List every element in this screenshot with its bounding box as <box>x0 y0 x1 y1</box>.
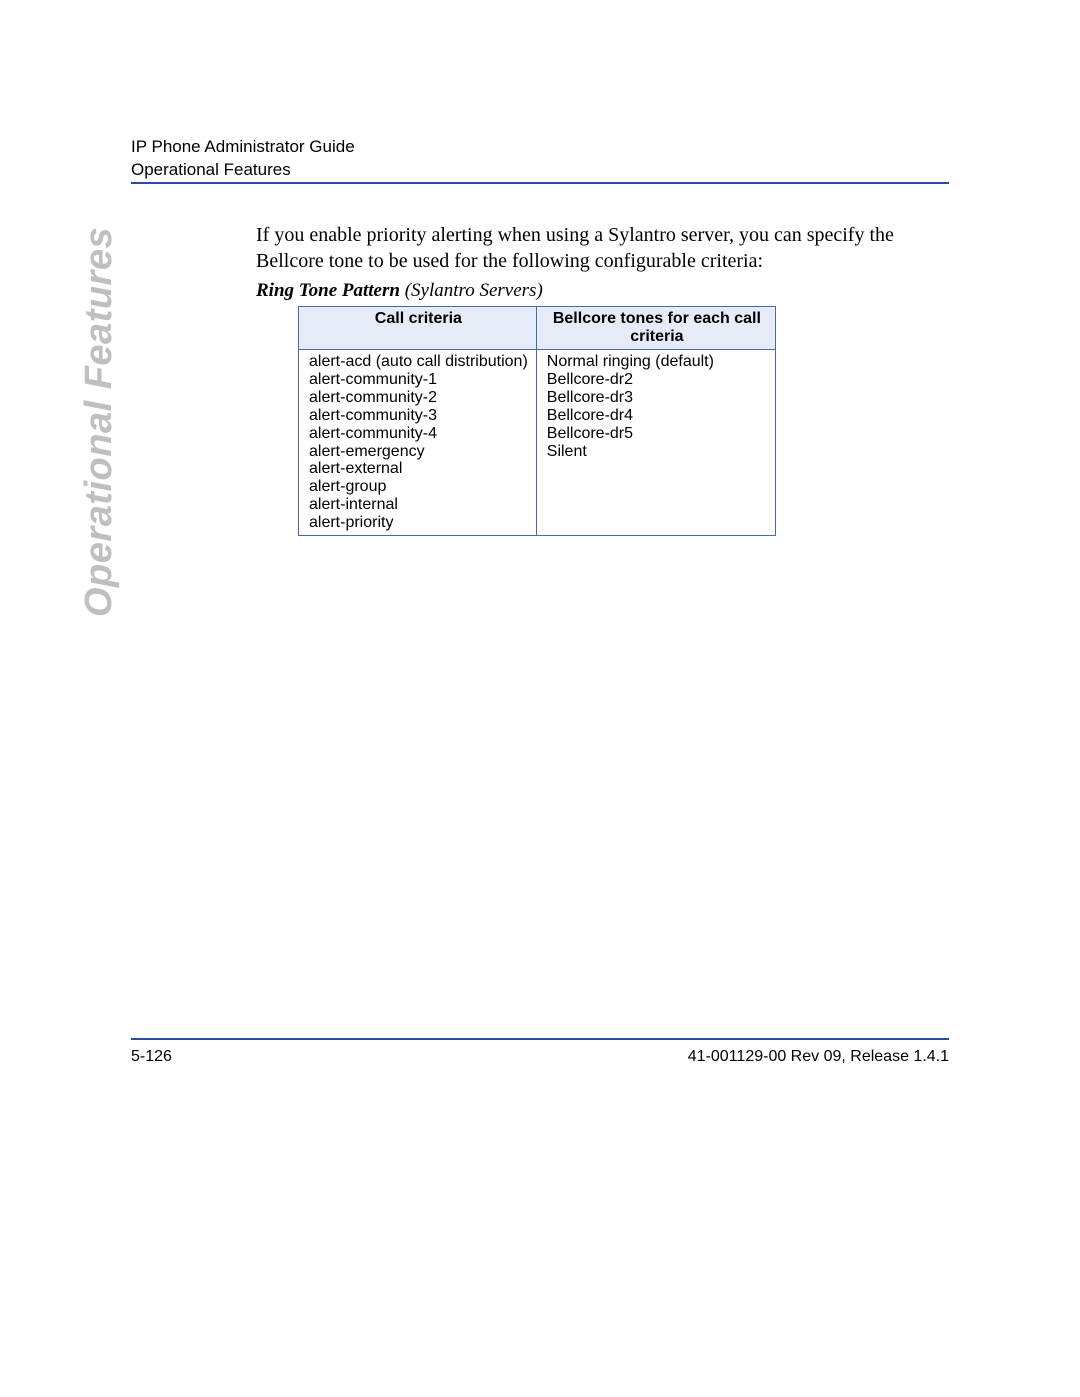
ring-tone-table: Call criteria Bellcore tones for each ca… <box>298 306 776 536</box>
table-header-1: Call criteria <box>299 307 537 350</box>
criteria-item: alert-external <box>309 460 528 478</box>
subheading-italic: (Sylantro Servers) <box>400 280 543 301</box>
tone-item: Bellcore-dr4 <box>547 407 767 425</box>
footer-rule <box>131 1038 949 1040</box>
criteria-item: alert-priority <box>309 514 528 532</box>
cell-bellcore-tones: Normal ringing (default) Bellcore-dr2 Be… <box>536 350 775 536</box>
tone-item: Bellcore-dr2 <box>547 371 767 389</box>
criteria-item: alert-community-1 <box>309 371 528 389</box>
header-line-1: IP Phone Administrator Guide <box>131 136 949 159</box>
tone-item: Bellcore-dr5 <box>547 425 767 443</box>
subheading-bold: Ring Tone Pattern <box>256 280 400 301</box>
criteria-item: alert-group <box>309 478 528 496</box>
table-header-row: Call criteria Bellcore tones for each ca… <box>299 307 776 350</box>
page-footer: 5-126 41-001129-00 Rev 09, Release 1.4.1 <box>131 1048 949 1066</box>
table-header-2: Bellcore tones for each call criteria <box>536 307 775 350</box>
criteria-item: alert-community-2 <box>309 389 528 407</box>
body-paragraph: If you enable priority alerting when usi… <box>256 222 949 274</box>
criteria-item: alert-emergency <box>309 443 528 461</box>
criteria-item: alert-internal <box>309 496 528 514</box>
header-rule <box>131 182 949 184</box>
page: IP Phone Administrator Guide Operational… <box>0 0 1080 1397</box>
subheading: Ring Tone Pattern (Sylantro Servers) <box>256 280 543 302</box>
table-row: alert-acd (auto call distribution) alert… <box>299 350 776 536</box>
footer-left: 5-126 <box>131 1048 172 1066</box>
page-header: IP Phone Administrator Guide Operational… <box>131 136 949 182</box>
tone-item: Bellcore-dr3 <box>547 389 767 407</box>
footer-right: 41-001129-00 Rev 09, Release 1.4.1 <box>688 1048 949 1066</box>
tone-item: Silent <box>547 443 767 461</box>
tone-item: Normal ringing (default) <box>547 353 767 371</box>
criteria-item: alert-community-3 <box>309 407 528 425</box>
header-line-2: Operational Features <box>131 159 949 182</box>
criteria-item: alert-acd (auto call distribution) <box>309 353 528 371</box>
ring-tone-table-wrap: Call criteria Bellcore tones for each ca… <box>298 306 776 536</box>
criteria-item: alert-community-4 <box>309 425 528 443</box>
side-tab-label: Operational Features <box>78 227 120 617</box>
side-tab: Operational Features <box>78 227 121 617</box>
cell-call-criteria: alert-acd (auto call distribution) alert… <box>299 350 537 536</box>
